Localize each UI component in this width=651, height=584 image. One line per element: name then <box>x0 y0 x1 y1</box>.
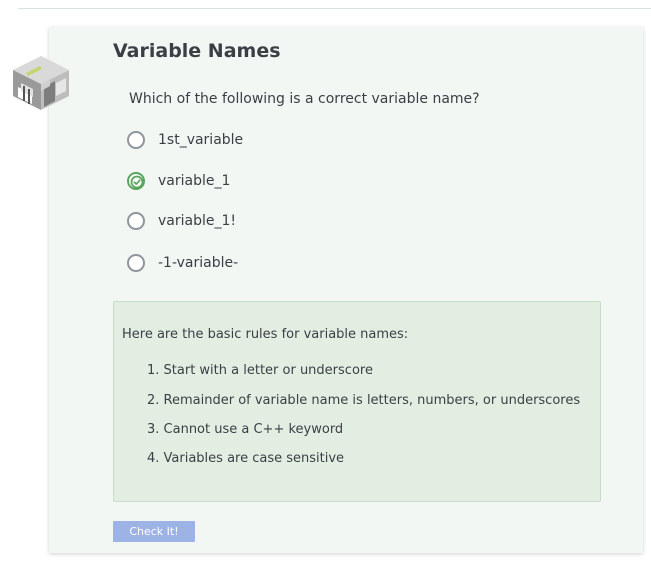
answer-option-label: 1st_variable <box>158 132 244 148</box>
answer-option-label: variable_1 <box>158 173 231 189</box>
activity-title: Variable Names <box>113 40 281 62</box>
check-it-button[interactable]: Check It! <box>113 521 195 542</box>
check-circle-icon[interactable] <box>127 172 145 190</box>
answer-option-1[interactable]: 1st_variable <box>127 130 243 150</box>
rule-item: 3. Cannot use a C++ keyword <box>147 422 344 437</box>
feedback-intro: Here are the basic rules for variable na… <box>122 327 409 342</box>
feedback-panel: Here are the basic rules for variable na… <box>113 301 601 502</box>
top-divider <box>18 8 651 9</box>
rule-item: 1. Start with a letter or underscore <box>147 363 373 378</box>
isometric-room-logo-icon <box>13 56 69 110</box>
radio-empty-icon[interactable] <box>127 212 145 230</box>
radio-empty-icon[interactable] <box>127 131 145 149</box>
answer-option-label: -1-variable- <box>158 255 239 271</box>
answer-option-label: variable_1! <box>158 213 236 229</box>
rule-item: 4. Variables are case sensitive <box>147 451 345 466</box>
rule-item: 2. Remainder of variable name is letters… <box>147 393 581 408</box>
question-text: Which of the following is a correct vari… <box>129 91 480 107</box>
answer-option-3[interactable]: variable_1! <box>127 211 236 231</box>
answer-option-2[interactable]: variable_1 <box>127 171 230 191</box>
radio-empty-icon[interactable] <box>127 254 145 272</box>
answer-option-4[interactable]: -1-variable- <box>127 253 238 273</box>
